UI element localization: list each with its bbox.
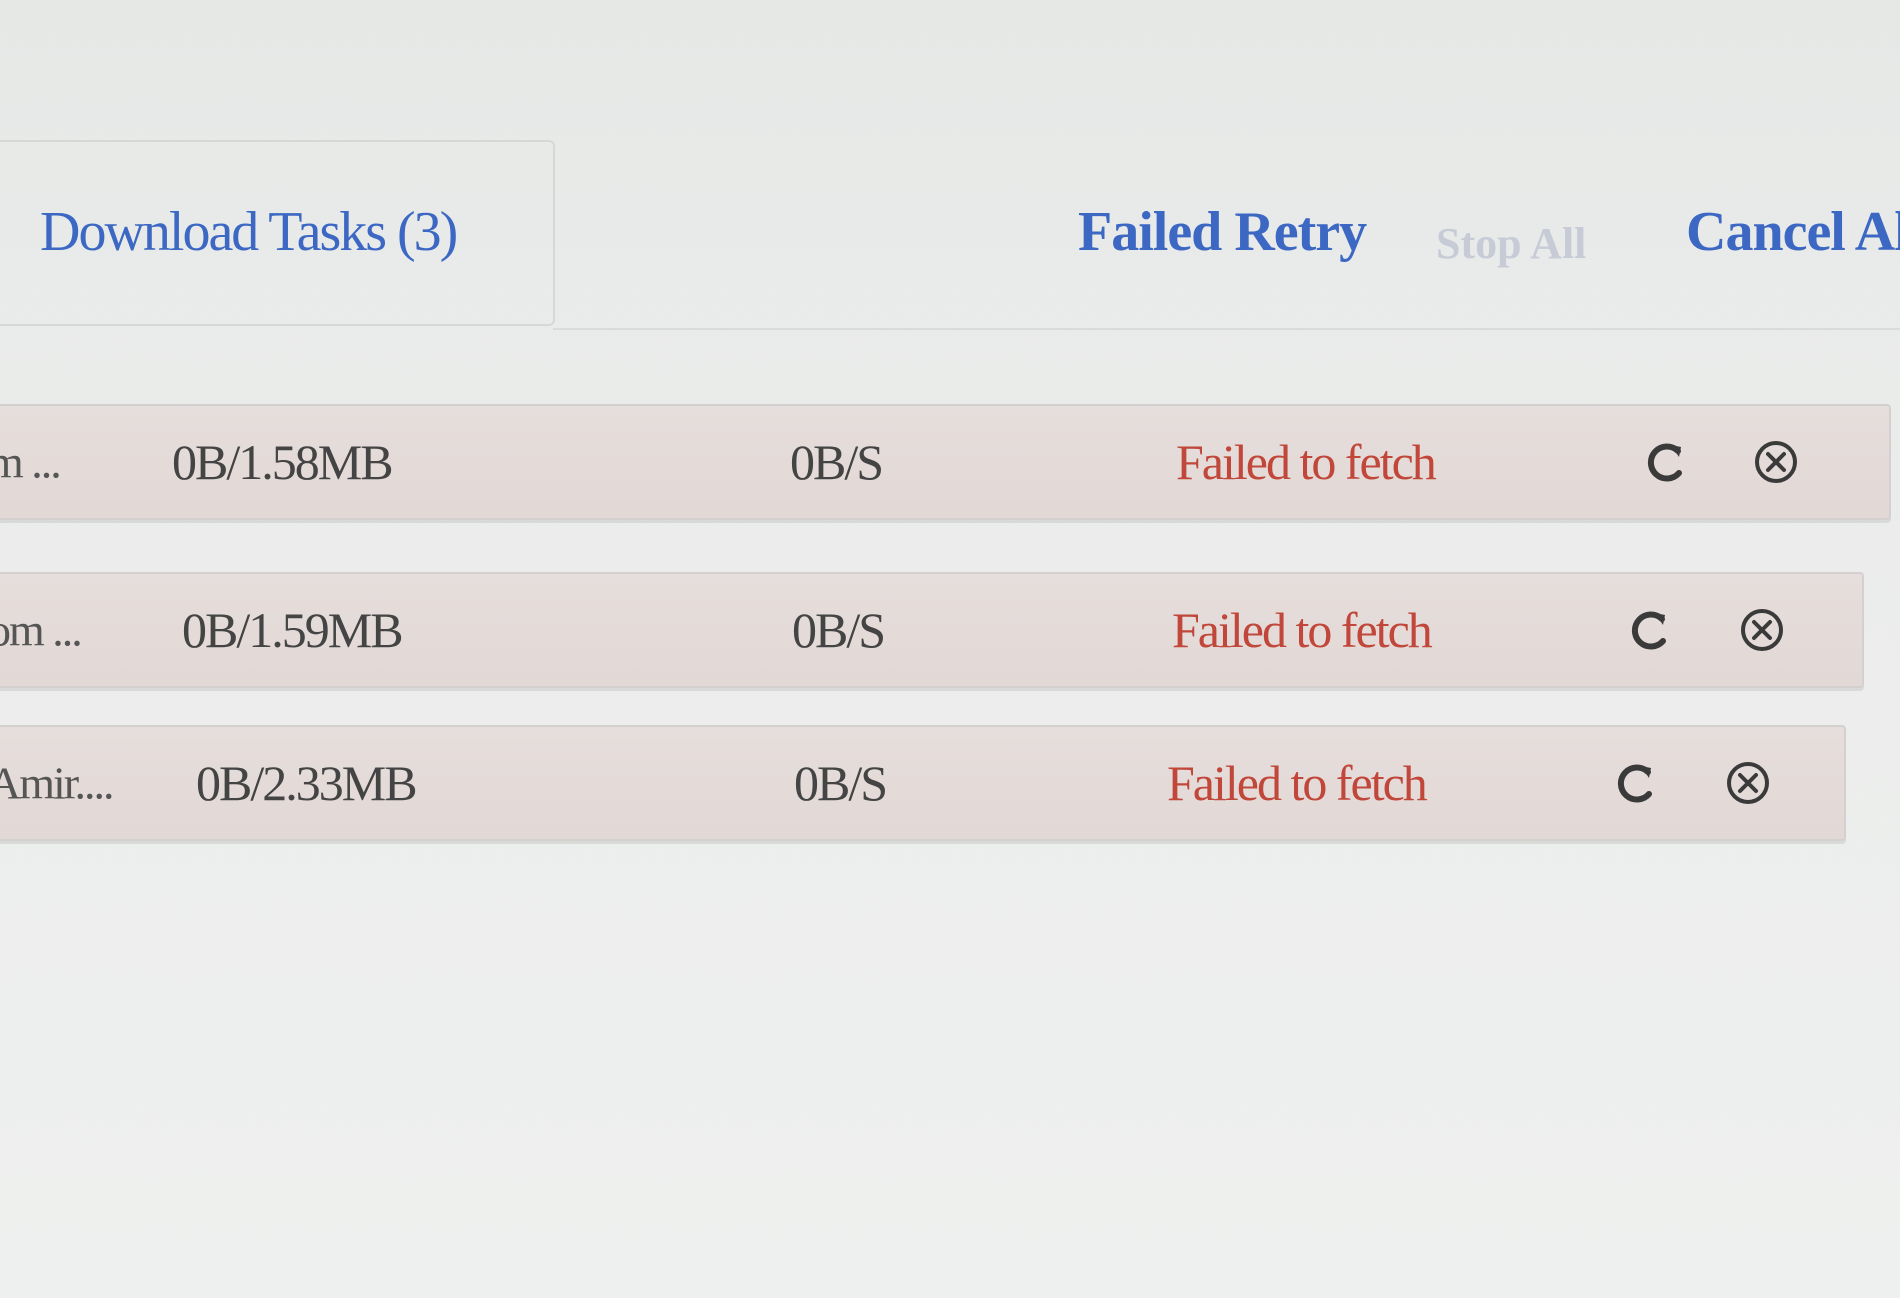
retry-icon[interactable] xyxy=(1638,434,1694,490)
task-speed: 0B/S xyxy=(792,602,886,658)
task-progress-size: 0B/2.33MB xyxy=(196,755,418,811)
retry-icon[interactable] xyxy=(1608,755,1664,811)
task-status: Failed to fetch xyxy=(1167,755,1428,811)
cancel-circle-icon[interactable] xyxy=(1734,602,1790,658)
retry-icon[interactable] xyxy=(1622,602,1678,658)
task-status: Failed to fetch xyxy=(1176,434,1437,490)
task-row: m ... 0B/1.58MB 0B/S Failed to fetch xyxy=(0,404,1891,520)
task-file-name: Amir.... xyxy=(0,757,115,809)
task-file-name: m ... xyxy=(0,436,62,488)
task-speed: 0B/S xyxy=(794,755,888,811)
download-task-list: m ... 0B/1.58MB 0B/S Failed to fetch om … xyxy=(0,0,1900,1298)
task-row: om ... 0B/1.59MB 0B/S Failed to fetch xyxy=(0,572,1864,688)
task-progress-size: 0B/1.58MB xyxy=(172,434,394,490)
task-status: Failed to fetch xyxy=(1172,602,1433,658)
task-progress-size: 0B/1.59MB xyxy=(182,602,404,658)
cancel-circle-icon[interactable] xyxy=(1748,434,1804,490)
task-row: Amir.... 0B/2.33MB 0B/S Failed to fetch xyxy=(0,725,1846,841)
cancel-circle-icon[interactable] xyxy=(1720,755,1776,811)
task-speed: 0B/S xyxy=(790,434,884,490)
task-file-name: om ... xyxy=(0,604,83,656)
